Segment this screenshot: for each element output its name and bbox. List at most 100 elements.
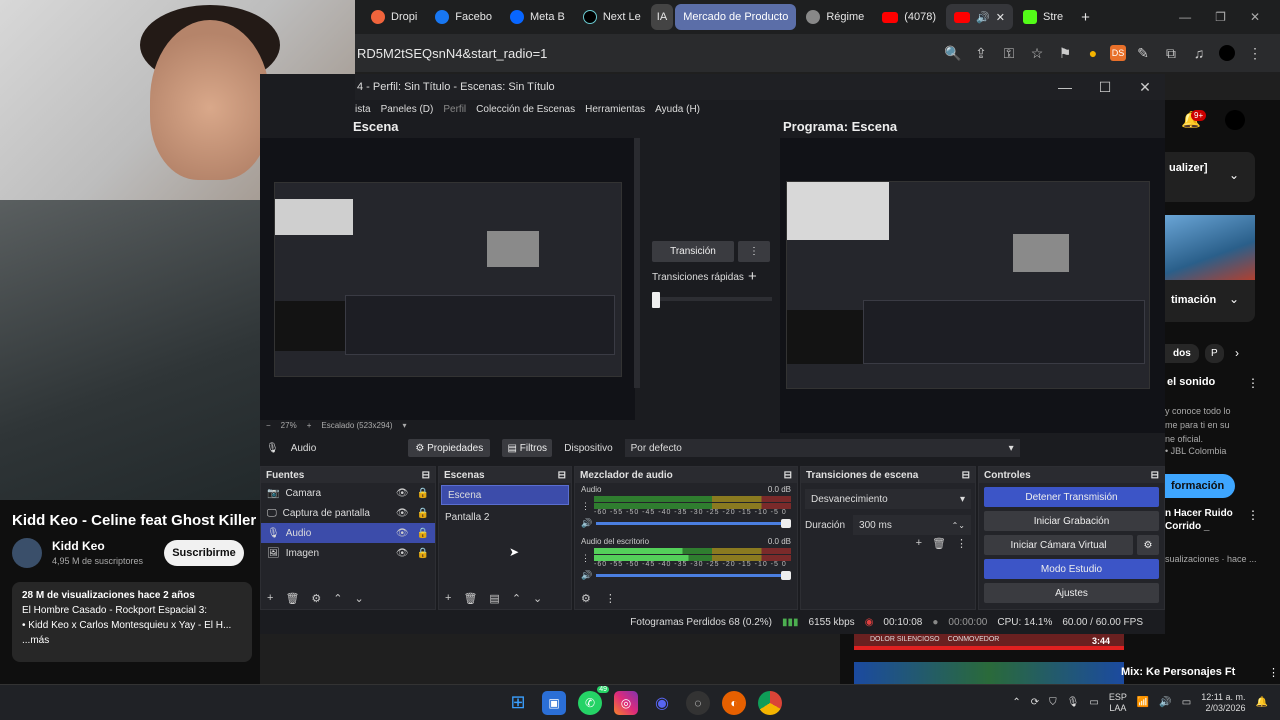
- lock-icon[interactable]: 🔒: [417, 548, 429, 559]
- trash-icon[interactable]: 🗑: [932, 537, 946, 550]
- arrow-up-icon[interactable]: ⌃: [512, 592, 521, 605]
- description-box[interactable]: 28 M de visualizaciones hace 2 años El H…: [12, 582, 252, 662]
- lock-icon[interactable]: 🔒: [417, 508, 429, 519]
- discord-icon[interactable]: ◉: [650, 691, 674, 715]
- extension-coin-icon[interactable]: ●: [1082, 42, 1104, 64]
- mixer-menu-icon[interactable]: ⋮: [605, 592, 616, 605]
- scene-row-escena[interactable]: Escena: [441, 485, 569, 505]
- dock-menu-icon[interactable]: ⊟: [1151, 470, 1159, 481]
- windows-start-icon[interactable]: ⊞: [506, 691, 530, 715]
- microsoft-store-icon[interactable]: ▣: [542, 690, 566, 715]
- more-vert-icon[interactable]: ⋮: [1247, 508, 1259, 522]
- volume-slider[interactable]: [596, 519, 791, 528]
- channel-menu-icon[interactable]: ⋮: [581, 553, 590, 564]
- channel-avatar[interactable]: [12, 538, 42, 568]
- extension-translate-icon[interactable]: ⚑: [1054, 42, 1076, 64]
- properties-button[interactable]: ⚙ Propiedades: [408, 439, 491, 457]
- tab-regimen[interactable]: Régime: [798, 4, 872, 30]
- estimation-card[interactable]: timación: [1165, 280, 1255, 322]
- transition-menu-icon[interactable]: ⋮: [738, 241, 770, 262]
- close-icon[interactable]: ✕: [996, 11, 1005, 24]
- visualizer-card[interactable]: ualizer]: [1165, 152, 1255, 202]
- restore-icon[interactable]: ❐: [1215, 10, 1226, 24]
- tbar-handle[interactable]: [652, 292, 660, 308]
- volume-slider[interactable]: [596, 571, 791, 580]
- clock[interactable]: 12:11 a. m. 2/03/2026: [1201, 692, 1245, 714]
- transition-menu-icon[interactable]: ⋮: [956, 537, 967, 550]
- youtube-recommendation[interactable]: DOLOR SILENCIOSO CONMOVEDOR 3:44 Mix: Ke…: [840, 632, 1280, 684]
- maximize-icon[interactable]: ☐: [1085, 79, 1125, 96]
- tab-group-mercado[interactable]: Mercado de Producto: [675, 4, 797, 30]
- close-window-icon[interactable]: ✕: [1250, 10, 1260, 24]
- arrow-up-icon[interactable]: ⌃: [333, 592, 342, 605]
- password-key-icon[interactable]: ⚿: [998, 42, 1020, 64]
- speaker-icon[interactable]: 🔊: [976, 11, 990, 24]
- tab-tiktok[interactable]: Next Le: [575, 4, 649, 30]
- arrow-down-icon[interactable]: ⌄: [355, 592, 364, 605]
- chevron-up-icon[interactable]: ⌃: [1012, 697, 1020, 708]
- chip-filter-2[interactable]: P: [1205, 344, 1224, 363]
- minimize-icon[interactable]: —: [1179, 10, 1191, 24]
- preview-canvas[interactable]: [260, 138, 635, 420]
- firefox-icon[interactable]: ◐: [722, 690, 746, 715]
- trash-icon[interactable]: 🗑: [285, 592, 299, 605]
- more-info-button[interactable]: formación: [1165, 474, 1235, 498]
- zoom-in-icon[interactable]: +: [307, 421, 312, 430]
- eye-icon[interactable]: 👁: [396, 548, 409, 559]
- source-row-audio[interactable]: 🎙 Audio 👁 🔒: [261, 523, 435, 543]
- filter-icon[interactable]: ▤: [489, 592, 499, 605]
- source-row-camara[interactable]: 📷 Camara 👁 🔒: [261, 483, 435, 503]
- add-quick-transition-icon[interactable]: +: [748, 268, 757, 285]
- new-tab-button[interactable]: +: [1073, 4, 1098, 30]
- preview-scrollbar[interactable]: [634, 138, 640, 388]
- eye-icon[interactable]: 👁: [396, 528, 409, 539]
- gear-icon[interactable]: ⚙: [311, 592, 321, 605]
- eye-icon[interactable]: 👁: [396, 508, 409, 519]
- channel-menu-icon[interactable]: ⋮: [581, 501, 590, 512]
- chip-filter-1[interactable]: dos: [1165, 344, 1199, 363]
- menu-profile[interactable]: Perfil: [443, 104, 466, 115]
- sync-icon[interactable]: ⟳: [1031, 697, 1039, 708]
- obs-icon[interactable]: ◌: [686, 690, 710, 715]
- menu-help[interactable]: Ayuda (H): [655, 104, 700, 115]
- subscribe-button[interactable]: Suscribirme: [164, 540, 244, 566]
- trash-icon[interactable]: 🗑: [463, 592, 477, 605]
- security-shield-icon[interactable]: ⛉: [1049, 697, 1057, 708]
- display-icon[interactable]: ▭: [1089, 697, 1098, 708]
- tab-meta[interactable]: Meta B: [502, 4, 573, 30]
- url-input[interactable]: RD5M2tSEQsnN4&start_radio=1: [357, 46, 547, 61]
- device-select[interactable]: Por defecto ▾: [624, 439, 1020, 457]
- speaker-icon[interactable]: 🔊: [581, 518, 592, 529]
- menu-scene-collection[interactable]: Colección de Escenas: [476, 104, 575, 115]
- language-indicator[interactable]: ESP LAA: [1109, 692, 1127, 714]
- more-vert-icon[interactable]: ⋮: [1247, 376, 1259, 390]
- wifi-icon[interactable]: 📶: [1137, 697, 1149, 708]
- duration-spinbox[interactable]: 300 ms ⌃⌄: [853, 515, 971, 535]
- chevron-down-icon[interactable]: ⌄: [1229, 168, 1239, 182]
- instagram-icon[interactable]: ◎: [614, 690, 638, 715]
- add-icon[interactable]: +: [445, 592, 451, 605]
- lock-icon[interactable]: 🔒: [417, 488, 429, 499]
- speaker-icon[interactable]: 🔊: [581, 570, 592, 581]
- filters-button[interactable]: ▤ Filtros: [502, 439, 553, 457]
- scene-row-pantalla2[interactable]: Pantalla 2: [439, 507, 571, 527]
- dock-menu-icon[interactable]: ⊟: [784, 470, 792, 481]
- start-recording-button[interactable]: Iniciar Grabación: [984, 511, 1159, 531]
- gear-icon[interactable]: ⚙: [1137, 535, 1159, 555]
- studio-mode-button[interactable]: Modo Estudio: [984, 559, 1159, 579]
- more-vert-icon[interactable]: ⋮: [1268, 666, 1279, 679]
- menu-docks[interactable]: Paneles (D): [381, 104, 434, 115]
- whatsapp-icon[interactable]: ✆ 49: [578, 684, 610, 715]
- spin-arrows-icon[interactable]: ⌃⌄: [952, 521, 965, 530]
- volume-icon[interactable]: 🔊: [1159, 697, 1171, 708]
- lock-icon[interactable]: 🔒: [417, 528, 429, 539]
- tab-facebook[interactable]: Facebo: [427, 4, 500, 30]
- profile-avatar[interactable]: [1216, 42, 1238, 64]
- mix-thumbnail[interactable]: [854, 662, 1124, 684]
- install-app-icon[interactable]: ⇪: [970, 42, 992, 64]
- dock-menu-icon[interactable]: ⊟: [558, 470, 566, 481]
- settings-button[interactable]: Ajustes: [984, 583, 1159, 603]
- ad-thumbnail[interactable]: [1165, 215, 1255, 280]
- menu-tools[interactable]: Herramientas: [585, 104, 645, 115]
- transition-type-select[interactable]: Desvanecimiento ▾: [805, 489, 971, 509]
